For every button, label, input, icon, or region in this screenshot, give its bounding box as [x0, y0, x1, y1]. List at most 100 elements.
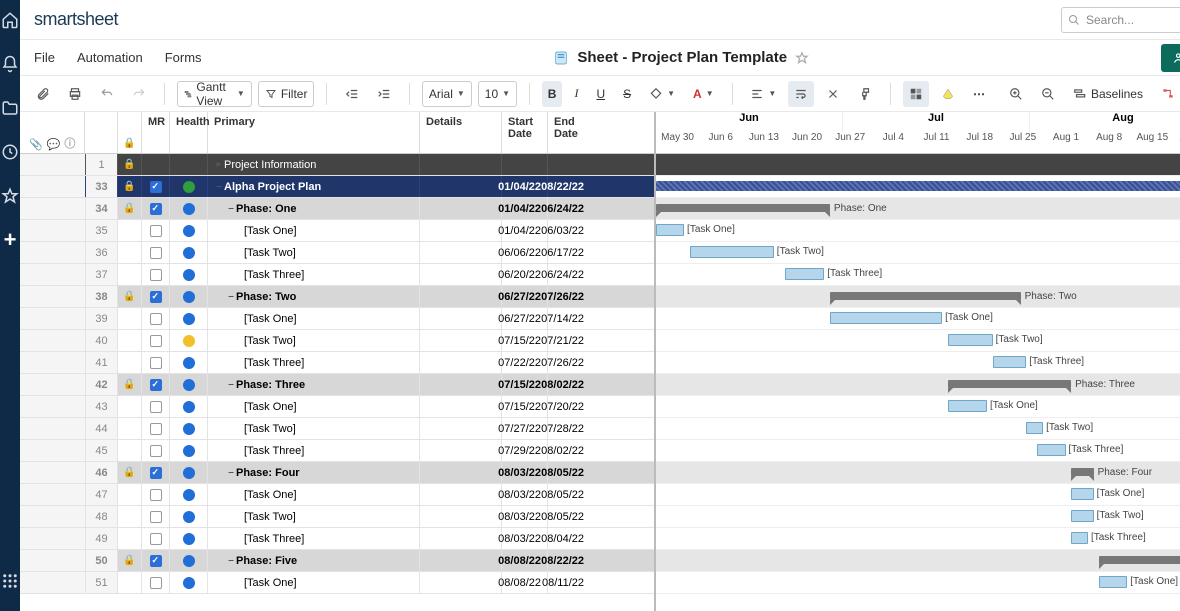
menu-file[interactable]: File [34, 50, 55, 65]
mr-cell[interactable] [142, 506, 170, 527]
redo-button[interactable] [126, 81, 152, 107]
end-cell[interactable]: 08/22/22 [548, 176, 590, 197]
primary-cell[interactable]: ▸ Project Information [208, 154, 420, 175]
health-cell[interactable] [170, 286, 208, 307]
strike-button[interactable]: S [617, 81, 637, 107]
health-cell[interactable] [170, 176, 208, 197]
print-button[interactable] [62, 81, 88, 107]
checkbox[interactable] [150, 335, 162, 347]
expand-toggle[interactable]: ▸ [214, 159, 224, 170]
table-row[interactable]: 1🔒▸ Project Information [20, 154, 654, 176]
table-row[interactable]: 34🔒– Phase: One01/04/2206/24/22 [20, 198, 654, 220]
details-cell[interactable] [420, 506, 502, 527]
share-button[interactable]: Share [1161, 44, 1180, 72]
checkbox[interactable] [150, 357, 162, 369]
mr-cell[interactable] [142, 352, 170, 373]
gantt-bar[interactable]: [Task One] [1099, 576, 1127, 588]
wrap-button[interactable] [788, 81, 814, 107]
primary-cell[interactable]: [Task One] [208, 484, 420, 505]
health-cell[interactable] [170, 440, 208, 461]
gantt-bar[interactable] [656, 181, 1180, 191]
recent-icon[interactable] [0, 142, 20, 162]
table-row[interactable]: 43[Task One]07/15/2207/20/22 [20, 396, 654, 418]
details-cell[interactable] [420, 484, 502, 505]
table-row[interactable]: 36[Task Two]06/06/2206/17/22 [20, 242, 654, 264]
health-cell[interactable] [170, 462, 208, 483]
health-cell[interactable] [170, 396, 208, 417]
end-cell[interactable]: 08/02/22 [548, 440, 590, 461]
checkbox[interactable] [150, 269, 162, 281]
table-row[interactable]: 40[Task Two]07/15/2207/21/22 [20, 330, 654, 352]
checkbox[interactable] [150, 533, 162, 545]
gantt-bar[interactable]: [Task One] [656, 224, 684, 236]
details-cell[interactable] [420, 176, 502, 197]
end-cell[interactable]: 07/26/22 [548, 352, 590, 373]
table-row[interactable]: 42🔒– Phase: Three07/15/2208/02/22 [20, 374, 654, 396]
mr-cell[interactable] [142, 440, 170, 461]
table-row[interactable]: 51[Task One]08/08/2208/11/22 [20, 572, 654, 594]
mr-cell[interactable] [142, 396, 170, 417]
fontsize-selector[interactable]: 10 ▼ [478, 81, 517, 107]
primary-cell[interactable]: [Task One] [208, 396, 420, 417]
gantt-bar[interactable]: Phase: Three [948, 380, 1071, 388]
table-row[interactable]: 48[Task Two]08/03/2208/05/22 [20, 506, 654, 528]
checkbox[interactable] [150, 401, 162, 413]
bell-icon[interactable] [0, 54, 20, 74]
col-primary[interactable]: Primary [208, 112, 420, 153]
health-cell[interactable] [170, 528, 208, 549]
textcolor-button[interactable]: A▼ [687, 81, 720, 107]
end-cell[interactable]: 07/26/22 [548, 286, 590, 307]
expand-toggle[interactable]: – [226, 555, 236, 566]
mr-cell[interactable] [142, 484, 170, 505]
primary-cell[interactable]: [Task Two] [208, 330, 420, 351]
zoom-out-button[interactable] [1035, 81, 1061, 107]
bold-button[interactable]: B [542, 81, 563, 107]
gantt-bar[interactable]: Phase: Two [830, 292, 1021, 300]
primary-cell[interactable]: [Task Three] [208, 440, 420, 461]
checkbox[interactable] [150, 379, 162, 391]
details-cell[interactable] [420, 330, 502, 351]
mr-cell[interactable] [142, 286, 170, 307]
end-cell[interactable]: 08/05/22 [548, 484, 590, 505]
gantt-bar[interactable]: [Task Three] [1037, 444, 1065, 456]
primary-cell[interactable]: – Phase: One [208, 198, 420, 219]
favorite-star-icon[interactable] [795, 51, 809, 65]
expand-toggle[interactable]: – [226, 291, 236, 302]
expand-toggle[interactable]: – [226, 467, 236, 478]
end-cell[interactable]: 06/24/22 [548, 264, 590, 285]
health-cell[interactable] [170, 330, 208, 351]
mr-cell[interactable] [142, 154, 170, 175]
details-cell[interactable] [420, 462, 502, 483]
gantt-bar[interactable]: [Task Three] [1071, 532, 1088, 544]
fillcolor-button[interactable]: ▼ [643, 81, 681, 107]
details-cell[interactable] [420, 198, 502, 219]
expand-toggle[interactable]: – [214, 181, 224, 192]
checkbox[interactable] [150, 313, 162, 325]
star-icon[interactable] [0, 186, 20, 206]
primary-cell[interactable]: [Task Two] [208, 418, 420, 439]
view-selector[interactable]: Gantt View▼ [177, 81, 252, 107]
details-cell[interactable] [420, 440, 502, 461]
health-cell[interactable] [170, 198, 208, 219]
col-start[interactable]: Start Date [502, 112, 548, 153]
health-cell[interactable] [170, 242, 208, 263]
checkbox[interactable] [150, 555, 162, 567]
mr-cell[interactable] [142, 308, 170, 329]
checkbox[interactable] [150, 467, 162, 479]
gantt-bar[interactable]: Phase: Four [1071, 468, 1093, 476]
checkbox[interactable] [150, 291, 162, 303]
gantt-bar[interactable]: [Task One] [1071, 488, 1093, 500]
col-details[interactable]: Details [420, 112, 502, 153]
mr-cell[interactable] [142, 462, 170, 483]
end-cell[interactable]: 08/22/22 [548, 550, 590, 571]
details-cell[interactable] [420, 396, 502, 417]
end-cell[interactable]: 07/28/22 [548, 418, 590, 439]
details-cell[interactable] [420, 308, 502, 329]
details-cell[interactable] [420, 528, 502, 549]
checkbox[interactable] [150, 445, 162, 457]
primary-cell[interactable]: – Phase: Five [208, 550, 420, 571]
mr-cell[interactable] [142, 528, 170, 549]
home-icon[interactable] [0, 10, 20, 30]
health-cell[interactable] [170, 506, 208, 527]
conditional-format-button[interactable] [903, 81, 929, 107]
